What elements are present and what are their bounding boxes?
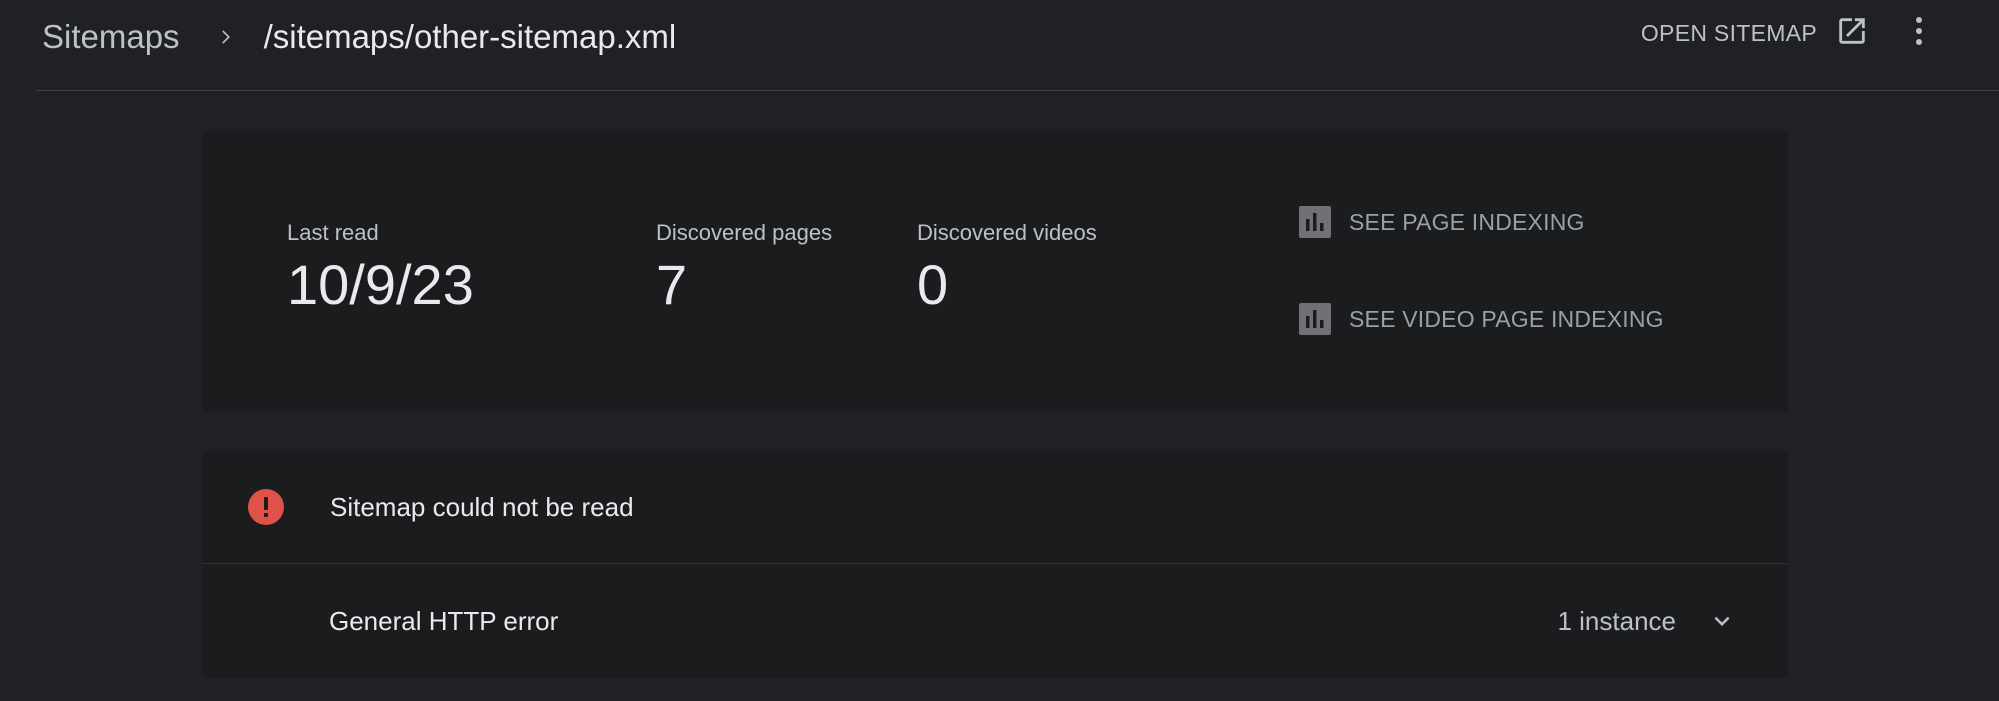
open-sitemap-label: OPEN SITEMAP [1640, 19, 1817, 46]
stat-value: 10/9/23 [287, 253, 474, 316]
bar-chart-icon [1299, 303, 1331, 335]
stat-last-read: Last read 10/9/23 [287, 218, 474, 318]
stat-discovered-pages: Discovered pages 7 [656, 218, 832, 318]
chevron-right-icon [202, 14, 248, 60]
breadcrumb-current: /sitemaps/other-sitemap.xml [263, 18, 677, 55]
breadcrumb-root-link[interactable]: Sitemaps [42, 18, 180, 56]
see-video-page-indexing-label: SEE VIDEO PAGE INDEXING [1349, 305, 1664, 332]
stat-value: 7 [656, 253, 688, 316]
error-icon [248, 489, 284, 525]
bar-chart-icon [1299, 206, 1331, 238]
sitemap-stats-card: Last read 10/9/23 Discovered pages 7 Dis… [203, 131, 1788, 412]
sitemap-error-card: Sitemap could not be read General HTTP e… [203, 451, 1788, 678]
page-header: Sitemaps /sitemaps/other-sitemap.xml OPE… [36, 0, 1999, 91]
more-options-button[interactable] [1909, 10, 1929, 56]
open-sitemap-button[interactable]: OPEN SITEMAP [1641, 14, 1869, 53]
see-video-page-indexing-link[interactable]: SEE VIDEO PAGE INDEXING [1299, 303, 1664, 335]
stat-label: Discovered videos [917, 220, 1097, 245]
see-page-indexing-link[interactable]: SEE PAGE INDEXING [1299, 206, 1585, 238]
more-vert-icon [1913, 15, 1925, 52]
breadcrumb: Sitemaps /sitemaps/other-sitemap.xml [42, 14, 676, 60]
see-page-indexing-label: SEE PAGE INDEXING [1349, 208, 1585, 235]
error-detail-row[interactable]: General HTTP error 1 instance [203, 564, 1788, 678]
open-in-new-icon [1835, 14, 1869, 53]
sitemap-detail-page: Sitemaps /sitemaps/other-sitemap.xml OPE… [0, 0, 1999, 701]
stat-value: 0 [917, 253, 949, 316]
error-summary-row: Sitemap could not be read [203, 451, 1788, 564]
error-instance-count: 1 instance [1557, 605, 1676, 636]
stat-label: Last read [287, 220, 379, 245]
error-title: Sitemap could not be read [330, 491, 634, 522]
stat-discovered-videos: Discovered videos 0 [917, 218, 1097, 318]
header-actions: OPEN SITEMAP [1641, 10, 1929, 56]
error-detail-label: General HTTP error [329, 605, 559, 636]
chevron-down-icon[interactable] [1704, 603, 1740, 639]
stat-label: Discovered pages [656, 220, 833, 245]
